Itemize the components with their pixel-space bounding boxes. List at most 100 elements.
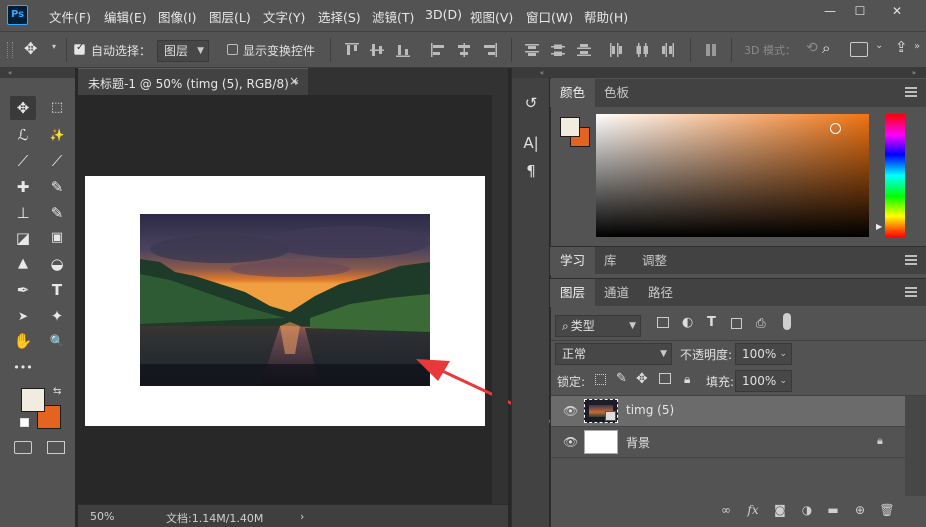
maximize-button[interactable]: ☐ xyxy=(845,1,875,21)
panel-menu-icon[interactable] xyxy=(905,287,917,297)
tab-swatches[interactable]: 色板 xyxy=(594,79,639,107)
clone-stamp-tool-icon[interactable]: ⊥ xyxy=(10,201,36,225)
eraser-tool-icon[interactable]: ◪ xyxy=(10,226,36,250)
search-icon[interactable]: ⌕ xyxy=(822,39,830,57)
shape-tool-icon[interactable]: ✦ xyxy=(44,304,70,328)
menu-file[interactable]: 文件(F) xyxy=(49,7,91,26)
layers-scrollbar[interactable] xyxy=(905,396,926,496)
new-layer-icon[interactable]: ⊕ xyxy=(851,503,869,517)
distribute-vcenter-icon[interactable] xyxy=(550,42,566,58)
lasso-tool-icon[interactable]: ℒ xyxy=(10,123,36,147)
path-selection-tool-icon[interactable]: ➤ xyxy=(10,304,36,328)
lock-all-icon[interactable]: 🔒︎ xyxy=(684,372,690,387)
close-tab-icon[interactable]: × xyxy=(289,74,299,88)
filter-type-icon[interactable]: T xyxy=(707,315,716,330)
menu-view[interactable]: 视图(V) xyxy=(470,7,513,26)
expand-panels-icon[interactable]: « xyxy=(512,68,550,78)
dodge-tool-icon[interactable]: ◒ xyxy=(44,252,70,276)
auto-align-icon[interactable] xyxy=(704,42,720,58)
menu-image[interactable]: 图像(I) xyxy=(158,7,196,26)
group-icon[interactable]: ▬ xyxy=(824,503,842,517)
history-brush-tool-icon[interactable]: ✎ xyxy=(44,201,70,225)
filter-smart-object-icon[interactable]: ⎙ xyxy=(756,316,766,331)
workspace-icon[interactable] xyxy=(850,42,868,57)
distribute-bottom-icon[interactable] xyxy=(576,42,592,58)
status-menu-arrow-icon[interactable]: › xyxy=(300,510,304,523)
fx-icon[interactable]: fx xyxy=(744,503,762,517)
filter-adjustment-icon[interactable]: ◐ xyxy=(682,315,693,330)
auto-select-dropdown[interactable]: 图层 ▼ xyxy=(157,40,209,62)
visibility-eye-icon[interactable]: 👁︎ xyxy=(563,435,578,449)
menu-help[interactable]: 帮助(H) xyxy=(584,7,628,26)
distribute-left-icon[interactable] xyxy=(608,42,624,58)
tab-layers[interactable]: 图层 xyxy=(550,279,596,307)
3d-orbit-icon[interactable]: ⟲ xyxy=(806,40,818,56)
gradient-tool-icon[interactable]: ▣ xyxy=(44,226,70,250)
eyedropper-tool-icon[interactable]: ⟋ xyxy=(44,149,70,173)
menu-select[interactable]: 选择(S) xyxy=(318,7,361,26)
toolbar-collapse-icon[interactable]: « xyxy=(0,68,75,78)
delete-icon[interactable]: 🗑︎ xyxy=(878,503,896,517)
type-tool-icon[interactable]: T xyxy=(44,278,70,302)
more-tools-icon[interactable]: ••• xyxy=(10,356,36,380)
layer-row-selected[interactable]: 👁︎ timg (5) xyxy=(551,396,905,426)
align-right-icon[interactable] xyxy=(482,42,498,58)
menu-window[interactable]: 窗口(W) xyxy=(526,7,573,26)
paragraph-icon[interactable]: ¶ xyxy=(520,160,542,182)
menu-3d[interactable]: 3D(D) xyxy=(425,7,462,22)
document-info[interactable]: 文档:1.14M/1.40M xyxy=(166,510,263,526)
menu-type[interactable]: 文字(Y) xyxy=(263,7,305,26)
quick-mask-icon[interactable] xyxy=(14,441,32,454)
menu-layer[interactable]: 图层(L) xyxy=(209,7,251,26)
chevron-down-icon[interactable]: ▾ xyxy=(52,42,56,51)
minimize-button[interactable]: — xyxy=(815,1,845,21)
panel-collapse-icon[interactable]: » xyxy=(550,68,926,78)
bar-grip[interactable] xyxy=(7,42,13,58)
swap-colors-icon[interactable]: ⇆ xyxy=(53,386,61,397)
align-hcenter-icon[interactable] xyxy=(456,42,472,58)
tab-color[interactable]: 颜色 xyxy=(550,79,596,107)
chevron-down-icon[interactable]: ⌄ xyxy=(875,40,883,51)
distribute-top-icon[interactable] xyxy=(524,42,540,58)
blur-tool-icon[interactable]: ▲ xyxy=(10,252,36,276)
opacity-input[interactable]: 100% ⌄ xyxy=(735,343,792,365)
layer-name[interactable]: timg (5) xyxy=(626,403,674,417)
foreground-color-swatch[interactable] xyxy=(21,388,45,412)
zoom-tool-icon[interactable]: 🔍 xyxy=(44,329,70,353)
menu-filter[interactable]: 滤镜(T) xyxy=(372,7,414,26)
screen-mode-icon[interactable] xyxy=(47,441,65,454)
link-layers-icon[interactable]: ∞ xyxy=(717,503,735,517)
vertical-scrollbar[interactable] xyxy=(492,95,508,504)
layer-filter-dropdown[interactable]: ⌕ 类型 ▼ xyxy=(555,315,641,337)
default-colors-icon[interactable] xyxy=(20,418,29,427)
align-bottom-icon[interactable] xyxy=(395,42,411,58)
color-picker-cursor[interactable] xyxy=(830,123,841,134)
layer-row[interactable]: 👁︎ 背景 🔒︎ xyxy=(551,427,905,457)
close-window-button[interactable]: ✕ xyxy=(882,1,912,21)
magic-wand-tool-icon[interactable]: ✨ xyxy=(44,123,70,147)
color-panel-foreground-swatch[interactable] xyxy=(560,117,580,137)
visibility-eye-icon[interactable]: 👁︎ xyxy=(563,404,578,418)
lock-artboard-icon[interactable] xyxy=(659,373,671,384)
tab-libraries[interactable]: 库 xyxy=(594,247,627,275)
mask-icon[interactable]: ◙ xyxy=(771,503,789,517)
hue-slider-handle-icon[interactable]: ▶ xyxy=(876,222,882,231)
filter-pixel-icon[interactable] xyxy=(657,317,669,328)
adjustment-icon[interactable]: ◑ xyxy=(798,503,816,517)
character-icon[interactable]: A| xyxy=(520,132,542,154)
lock-transparent-icon[interactable] xyxy=(595,374,606,385)
filter-toggle-icon[interactable] xyxy=(783,313,791,330)
panel-menu-icon[interactable] xyxy=(905,87,917,97)
healing-brush-tool-icon[interactable]: ✚ xyxy=(10,175,36,199)
layer-name[interactable]: 背景 xyxy=(626,434,650,451)
hue-slider[interactable] xyxy=(885,114,905,237)
lock-position-icon[interactable]: ✥ xyxy=(636,371,648,387)
align-vcenter-icon[interactable] xyxy=(369,42,385,58)
fill-input[interactable]: 100% ⌄ xyxy=(735,370,792,392)
show-transform-checkbox[interactable] xyxy=(227,44,238,55)
tab-learn[interactable]: 学习 xyxy=(550,247,596,275)
photoshop-logo-icon[interactable]: Ps xyxy=(7,5,28,25)
history-icon[interactable]: ↺ xyxy=(520,92,542,114)
share-icon[interactable]: ⇪ xyxy=(895,38,908,56)
move-tool-icon[interactable]: ✥ xyxy=(10,96,36,120)
